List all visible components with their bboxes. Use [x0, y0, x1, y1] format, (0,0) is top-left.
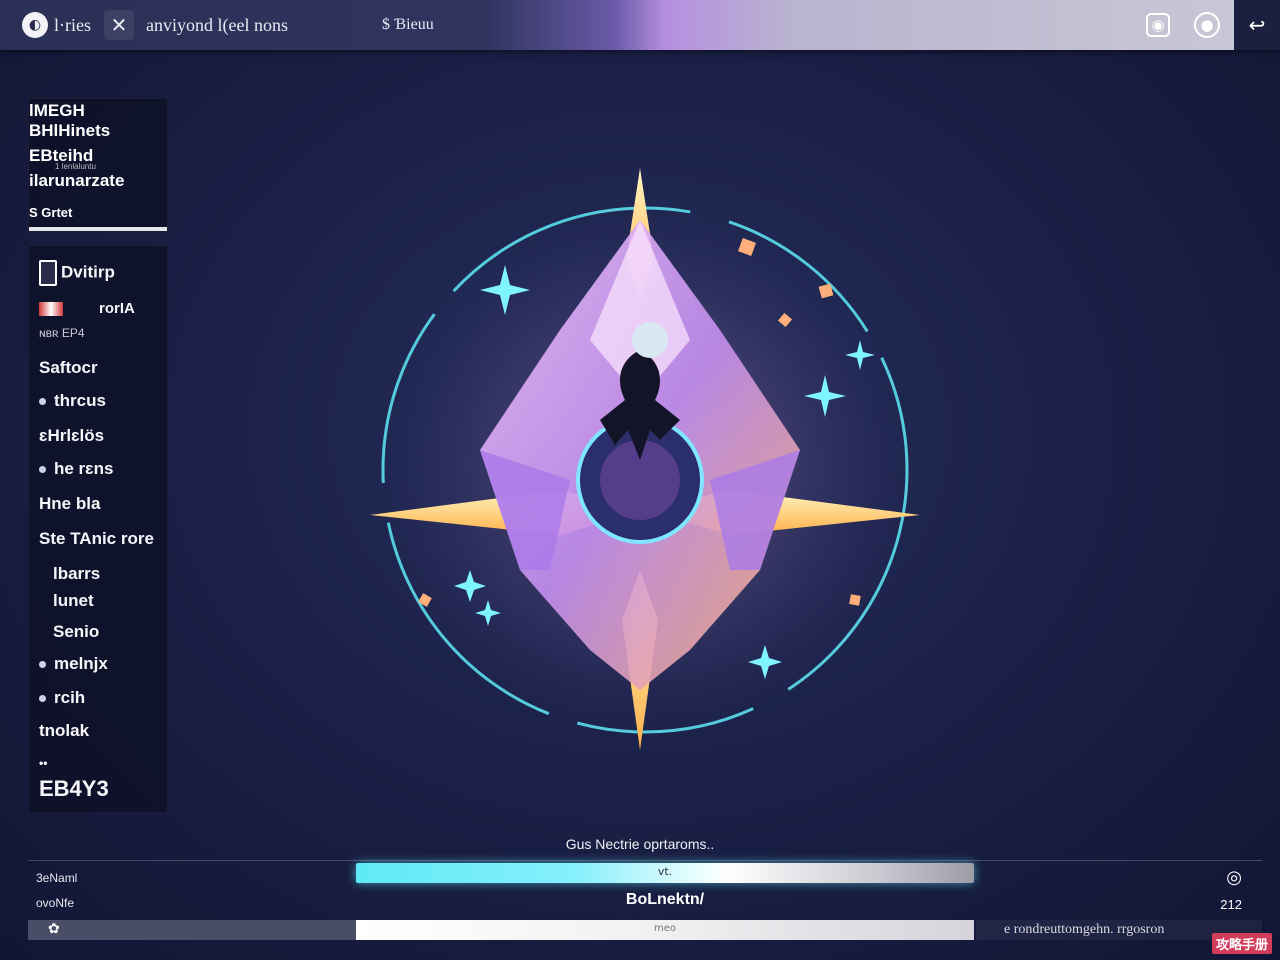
bullet-icon	[39, 466, 46, 474]
info-line-4: ilarunarzate	[29, 171, 125, 190]
menu-item-label: melnjx	[54, 654, 108, 673]
camera-icon[interactable]: ◉	[1146, 13, 1170, 37]
flower-icon: ✿	[48, 921, 60, 937]
menu-header-label: Dvitirp	[61, 262, 115, 282]
bottom-hud: 3eNaml vt. ◎ ovoNfe BoLnektn/ 212 ✿ meo …	[28, 860, 1262, 945]
menu-item[interactable]: lunet	[53, 591, 94, 611]
menu-item[interactable]: lbarrs	[53, 564, 100, 584]
status-text: $ Ɓieuu	[382, 16, 434, 33]
app-logo[interactable]: ◐ l·ries	[22, 0, 91, 50]
menu-item[interactable]: ɛHrlɛlös	[39, 426, 104, 446]
side-menu: Dvitirp rorIA ɴʙʀ EP4 Saftocr thrcus ɛHrlɛ…	[28, 245, 168, 813]
info-footer[interactable]: S Grtet	[29, 205, 72, 220]
emblem-artwork	[360, 150, 930, 760]
info-line-1: lMEGH	[29, 101, 85, 120]
app-label: l·ries	[54, 14, 91, 35]
stage-caption: Gus Nectrie oprtaroms..	[565, 836, 715, 852]
menu-item-label: ɛHrlɛlös	[39, 426, 105, 445]
menu-item-label: Hne bla	[39, 494, 101, 513]
menu-item[interactable]: Saftocr	[39, 358, 98, 378]
menu-item[interactable]: Senio	[53, 622, 99, 642]
menu-item[interactable]: thrcus	[39, 391, 106, 411]
info-tiny-line: 1 lenlaluntu	[55, 162, 96, 171]
emblem-svg	[370, 168, 920, 750]
menu-item-label: lbarrs	[53, 564, 101, 583]
menu-item[interactable]: rcih	[39, 688, 85, 708]
row1-left-label: 3eNaml	[36, 871, 78, 885]
menu-status-text: rorIA	[99, 300, 135, 317]
window-title: anviyond l(eel nons	[146, 14, 288, 35]
menu-footer-label[interactable]: EB4Y3	[39, 776, 109, 802]
secondary-bar-right-text: e rondreuttomgehn. rrgosron	[1004, 922, 1165, 937]
character-head	[632, 322, 668, 358]
menu-item[interactable]: he rɛns	[39, 459, 113, 479]
menu-item[interactable]: tnolak	[39, 721, 89, 741]
menu-status-line: rorIA	[39, 300, 135, 317]
menu-item[interactable]: Ste TAnic rore	[39, 529, 154, 549]
row2-left-label: ovoNfe	[36, 896, 75, 910]
info-panel: lMEGH BHlHinets EBteihd 1 lenlaluntu ila…	[28, 98, 168, 232]
primary-progress-bar[interactable]: vt.	[356, 863, 974, 883]
document-icon	[39, 260, 57, 286]
row2-right-value: 212	[1220, 897, 1242, 912]
top-bar: ◐ l·ries ✕ anviyond l(eel nons $ Ɓieuu ◉…	[0, 0, 1280, 50]
menu-item[interactable]: melnjx	[39, 654, 108, 674]
primary-bar-label: vt.	[657, 865, 673, 878]
menu-item-label: Saftocr	[39, 358, 98, 377]
info-progress-bar	[29, 227, 167, 231]
close-icon[interactable]: ✕	[104, 10, 134, 40]
menu-item-label: tnolak	[39, 721, 90, 740]
bullet-icon	[39, 398, 46, 406]
bullet-icon	[39, 695, 46, 703]
menu-sub-line: ɴʙʀ EP4	[39, 326, 85, 340]
exit-icon[interactable]: ↩	[1234, 0, 1280, 50]
logo-icon: ◐	[22, 12, 48, 38]
menu-item-label: lunet	[53, 591, 94, 610]
menu-item-label: rcih	[54, 688, 86, 707]
eye-icon[interactable]: ◎	[1226, 867, 1242, 888]
menu-item-label: he rɛns	[54, 459, 114, 478]
menu-item-label: Ste TAnic rore	[39, 529, 154, 548]
menu-header[interactable]: Dvitirp	[39, 260, 115, 286]
bullet-icon	[39, 661, 46, 669]
secondary-bar-left[interactable]: ✿	[28, 920, 356, 940]
menu-item-label: thrcus	[54, 391, 106, 410]
secondary-progress-bar[interactable]: meo	[356, 920, 974, 940]
flag-icon	[39, 302, 63, 317]
menu-footer-dots: ••	[39, 756, 48, 770]
record-icon[interactable]: ●	[1194, 12, 1220, 38]
secondary-bar-label: meo	[653, 923, 676, 934]
center-status-label: BoLnektn/	[625, 891, 705, 908]
info-line-2: BHlHinets	[29, 121, 111, 140]
menu-item-label: Senio	[53, 622, 100, 641]
menu-item[interactable]: Hne bla	[39, 494, 100, 514]
watermark-logo: 攻略手册	[1211, 933, 1272, 954]
